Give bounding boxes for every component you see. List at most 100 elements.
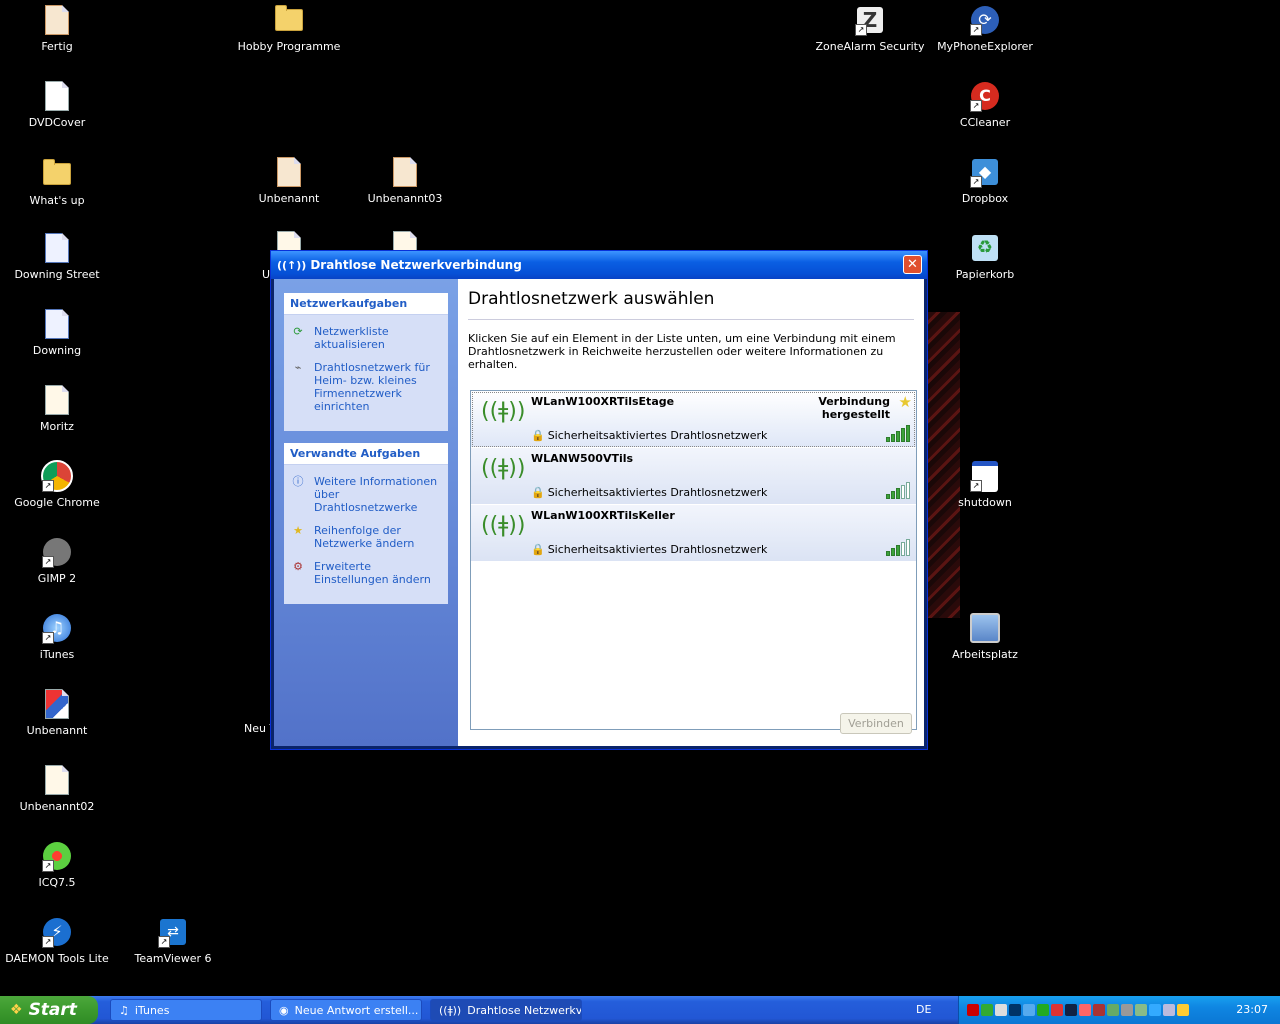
- taskbar-button-itunes[interactable]: ♫ iTunes: [110, 999, 262, 1021]
- desktop-icon-zonealarm[interactable]: Z ↗ ZoneAlarm Security: [815, 4, 925, 53]
- signal-bar: [891, 548, 895, 556]
- taskbar-button-wireless[interactable]: ((ǂ)) Drahtlose Netzwerkv...: [430, 999, 582, 1021]
- setup-wireless-network-link[interactable]: ⌁ Drahtlosnetzwerk für Heim- bzw. kleine…: [290, 361, 442, 413]
- desktop-icon-downing[interactable]: Downing: [2, 308, 112, 357]
- related-tasks-header[interactable]: Verwandte Aufgaben: [284, 443, 448, 465]
- myphoneexplorer-icon: ⟳ ↗: [968, 4, 1002, 36]
- change-network-order-link[interactable]: ★ Reihenfolge der Netzwerke ändern: [290, 524, 442, 550]
- signal-bar: [891, 491, 895, 499]
- tool-tray-icon[interactable]: [1121, 1004, 1133, 1016]
- desktop-icon-google-chrome[interactable]: ↗ Google Chrome: [2, 460, 112, 509]
- desktop-icon-hobby-programme[interactable]: Hobby Programme: [234, 4, 344, 53]
- desktop-icon-myphoneexplorer[interactable]: ⟳ ↗ MyPhoneExplorer: [930, 4, 1040, 53]
- taskbar-button-chrome[interactable]: ◉ Neue Antwort erstell...: [270, 999, 422, 1021]
- desktop-icon-label: CCleaner: [959, 116, 1011, 129]
- daemon-tray-icon[interactable]: [1065, 1004, 1077, 1016]
- desktop-icon-label: MyPhoneExplorer: [937, 40, 1033, 53]
- word-document-icon: [40, 232, 74, 264]
- shutdown-window-icon: ↗: [968, 460, 1002, 492]
- more-info-link[interactable]: ⓘ Weitere Informationen über Drahtlosnet…: [290, 475, 442, 514]
- wireless-icon: ((↑)): [277, 258, 307, 272]
- desktop-icon-itunes[interactable]: ♫ ↗ iTunes: [2, 612, 112, 661]
- itunes-icon: ♫: [119, 1003, 129, 1017]
- desktop-icon-whats-up[interactable]: What's up: [2, 158, 112, 207]
- image-file-icon: [388, 156, 422, 188]
- desktop-icon-downing-street[interactable]: Downing Street: [2, 232, 112, 281]
- network-ssid: WLANW500VTils: [531, 452, 634, 465]
- monitor-tray-icon[interactable]: [1163, 1004, 1175, 1016]
- desktop-icon-unbenannt-left[interactable]: Unbenannt: [2, 688, 112, 737]
- desktop-icon-unbenannt02[interactable]: Unbenannt02: [2, 764, 112, 813]
- network-error-tray-icon[interactable]: [1079, 1004, 1091, 1016]
- desktop-icon-arbeitsplatz[interactable]: Arbeitsplatz: [930, 612, 1040, 661]
- clock[interactable]: 23:07: [1236, 1003, 1268, 1016]
- close-button[interactable]: ✕: [903, 255, 922, 274]
- network-tray-icon[interactable]: [1093, 1004, 1105, 1016]
- utility-tray-icon[interactable]: [1135, 1004, 1147, 1016]
- teamviewer-icon: ⇄ ↗: [156, 916, 190, 948]
- desktop-icon-dropbox[interactable]: ◆ ↗ Dropbox: [930, 156, 1040, 205]
- gimp-file-icon: [40, 80, 74, 112]
- antenna-icon: ((ǂ)): [481, 456, 526, 481]
- page-title: Drahtlosnetzwerk auswählen: [468, 289, 715, 309]
- desktop-icon-label: Unbenannt03: [367, 192, 443, 205]
- connection-status: Verbindung hergestellt: [818, 395, 890, 421]
- desktop-icon-label: Fertig: [41, 40, 73, 53]
- signal-bar: [901, 542, 905, 556]
- task-label: Erweiterte Einstellungen ändern: [314, 560, 431, 586]
- network-list[interactable]: ((ǂ)) WLanW100XRTilsEtage Verbindung her…: [470, 390, 917, 730]
- desktop-icon-ccleaner[interactable]: C ↗ CCleaner: [930, 80, 1040, 129]
- network-item[interactable]: ((ǂ)) WLANW500VTils 🔒 Sicherheitsaktivier…: [471, 448, 916, 505]
- desktop-icon-icq[interactable]: ↗ ICQ7.5: [2, 840, 112, 889]
- network-item[interactable]: ((ǂ)) WLanW100XRTilsEtage Verbindung her…: [471, 391, 916, 448]
- window-titlebar[interactable]: ((↑)) Drahtlose Netzwerkverbindung: [271, 251, 927, 279]
- zonealarm-icon: Z ↗: [853, 4, 887, 36]
- shortcut-arrow-icon: ↗: [42, 480, 54, 492]
- security-label: Sicherheitsaktiviertes Drahtlosnetzwerk: [547, 543, 768, 556]
- lock-icon: 🔒: [531, 486, 545, 499]
- desktop-icon-unbenannt03[interactable]: Unbenannt03: [350, 156, 460, 205]
- folder-icon: [40, 158, 74, 190]
- start-button[interactable]: ❖ Start: [0, 996, 98, 1024]
- desktop-icon-unbenannt-mid[interactable]: Unbenannt: [234, 156, 344, 205]
- taskbar: ❖ Start ♫ iTunes ◉ Neue Antwort erstell.…: [0, 996, 1280, 1024]
- partial-icon-label: U: [262, 268, 271, 281]
- refresh-network-list-link[interactable]: ⟳ Netzwerkliste aktualisieren: [290, 325, 442, 351]
- desktop-icon-daemon-tools[interactable]: ⚡ ↗ DAEMON Tools Lite: [2, 916, 112, 965]
- network-item[interactable]: ((ǂ)) WLanW100XRTilsKeller 🔒 Sicherheitsa…: [471, 505, 916, 562]
- network-tasks-panel: Netzwerkaufgaben ⟳ Netzwerkliste aktuali…: [284, 293, 448, 431]
- start-label: Start: [28, 1000, 77, 1020]
- desktop-icon-dvdcover[interactable]: DVDCover: [2, 80, 112, 129]
- wireless-tray-icon[interactable]: [1107, 1004, 1119, 1016]
- adobe-tray-icon[interactable]: [967, 1004, 979, 1016]
- desktop-icon-shutdown[interactable]: ↗ shutdown: [930, 460, 1040, 509]
- desktop-icon-moritz[interactable]: Moritz: [2, 384, 112, 433]
- signal-bar: [901, 428, 905, 442]
- desktop-icon-label: Dropbox: [961, 192, 1009, 205]
- icq-tray-icon[interactable]: [981, 1004, 993, 1016]
- dropbox-tray-icon[interactable]: [1023, 1004, 1035, 1016]
- network-tasks-header[interactable]: Netzwerkaufgaben: [284, 293, 448, 315]
- shield-tray-icon[interactable]: [1177, 1004, 1189, 1016]
- signal-bar: [886, 551, 890, 556]
- skype-tray-icon[interactable]: [1149, 1004, 1161, 1016]
- desktop-icon-label: Downing: [32, 344, 82, 357]
- desktop-icon-gimp[interactable]: ↗ GIMP 2: [2, 536, 112, 585]
- wireless-icon: ((ǂ)): [439, 1003, 462, 1017]
- language-indicator[interactable]: DE: [916, 1003, 931, 1016]
- ccleaner-tray-icon[interactable]: [1051, 1004, 1063, 1016]
- star-icon: ★: [293, 524, 303, 537]
- connect-button[interactable]: Verbinden: [840, 713, 912, 734]
- desktop-icon-teamviewer[interactable]: ⇄ ↗ TeamViewer 6: [118, 916, 228, 965]
- security-tray-icon[interactable]: [1037, 1004, 1049, 1016]
- desktop-icon-fertig[interactable]: Fertig: [2, 4, 112, 53]
- computer-icon: [968, 612, 1002, 644]
- zonealarm-tray-icon[interactable]: [995, 1004, 1007, 1016]
- image-file-icon: [272, 156, 306, 188]
- bluetooth-tray-icon[interactable]: [1009, 1004, 1021, 1016]
- signal-bar: [891, 434, 895, 442]
- advanced-settings-link[interactable]: ⚙ Erweiterte Einstellungen ändern: [290, 560, 442, 586]
- desktop-icon-papierkorb[interactable]: ♻ Papierkorb: [930, 232, 1040, 281]
- desktop-icon-label: Arbeitsplatz: [952, 648, 1018, 661]
- icq-flower-icon: ↗: [40, 840, 74, 872]
